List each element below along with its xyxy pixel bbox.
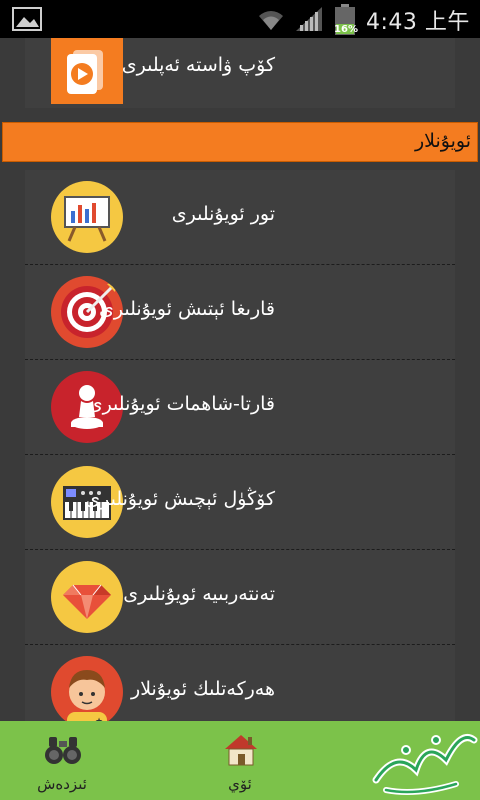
list-item-chess-card-games[interactable]: قارتا-شاھمات ئويۇنلىرى <box>25 360 455 455</box>
calligraphy-logo <box>372 734 478 795</box>
media-apps-label: كۆپ ۋاستە ئەپلىرى <box>121 54 275 76</box>
video-play-icon <box>67 50 103 94</box>
home-nav-button[interactable]: ئۆي <box>195 721 285 800</box>
diamond-gem-icon <box>51 561 123 633</box>
home-icon <box>225 735 257 766</box>
battery-percent: 16% <box>334 24 358 35</box>
list-item-label: تور ئويۇنلىرى <box>171 203 275 225</box>
list-item-label: قارىغا ئېتىش ئويۇنلىرى <box>99 298 275 320</box>
games-list: تور ئويۇنلىرى قارىغا ئېتىش ئويۇنلىرى قار… <box>25 170 455 722</box>
games-section-header: ئويۇنلار <box>2 122 478 162</box>
binoculars-icon <box>45 737 81 764</box>
list-item-online-games[interactable]: تور ئويۇنلىرى <box>25 170 455 265</box>
list-item-label: ھەركەتلىك ئويۇنلار <box>131 678 275 700</box>
section-title: ئويۇنلار <box>414 130 471 152</box>
media-apps-card[interactable]: كۆپ ۋاستە ئەپلىرى <box>25 38 455 108</box>
list-item-label: كۆڭۈل ئېچىش ئويۇنلىرى <box>85 488 275 510</box>
explore-nav-button[interactable]: ئىزدەش <box>17 721 107 800</box>
list-item-label: تەنتەربىيە ئويۇنلىرى <box>123 583 275 605</box>
wifi-icon <box>259 11 283 30</box>
presentation-board-icon <box>51 181 123 253</box>
list-item-sports-games[interactable]: تەنتەربىيە ئويۇنلىرى <box>25 550 455 645</box>
list-item-entertainment-games[interactable]: كۆڭۈل ئېچىش ئويۇنلىرى <box>25 455 455 550</box>
home-nav-label: ئۆي <box>228 775 252 793</box>
signal-strength-icon <box>296 7 322 31</box>
image-notification-icon <box>12 7 42 31</box>
status-bar: 16% 4:43 上午 <box>0 0 480 38</box>
clock: 4:43 上午 <box>366 10 470 35</box>
list-item-shooting-games[interactable]: قارىغا ئېتىش ئويۇنلىرى <box>25 265 455 360</box>
list-item-label: قارتا-شاھمات ئويۇنلىرى <box>87 393 275 415</box>
media-apps-tile <box>51 38 123 104</box>
explore-nav-label: ئىزدەش <box>37 775 87 793</box>
kid-face-icon: ★ <box>51 656 123 722</box>
